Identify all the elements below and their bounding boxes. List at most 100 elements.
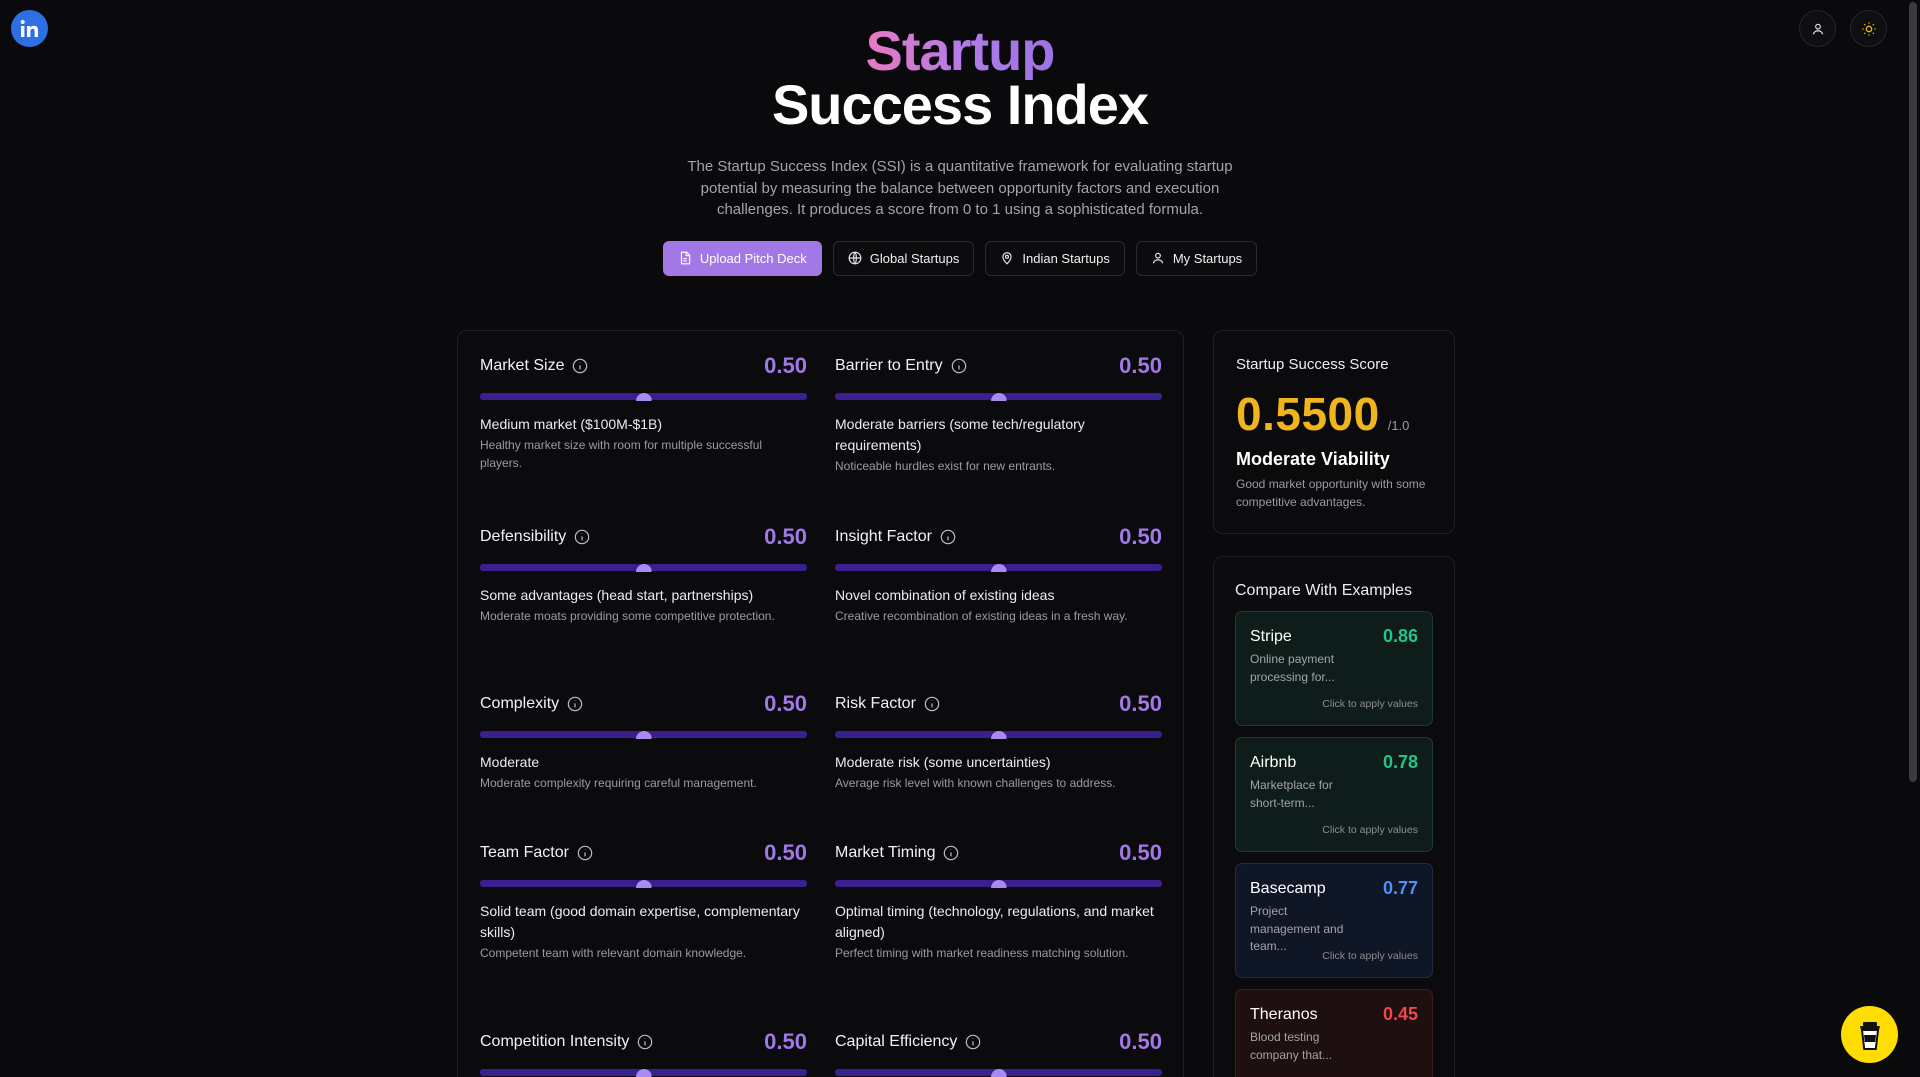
my-startups-label: My Startups: [1172, 250, 1243, 266]
info-icon[interactable]: [965, 1034, 981, 1050]
factor-value: 0.50: [764, 691, 807, 716]
example-card-airbnb[interactable]: Airbnb 0.78 Marketplace for short-term...…: [1235, 737, 1433, 852]
factor-name: Market Timing: [835, 844, 936, 861]
slider-thumb[interactable]: [635, 880, 652, 888]
factor-level-description: Competent team with relevant domain know…: [480, 946, 747, 960]
factor-value: 0.50: [764, 840, 807, 865]
success-score-card: Startup Success Score 0.5500 /1.0 Modera…: [1213, 330, 1455, 534]
viability-description: Good market opportunity with some compet…: [1236, 477, 1426, 509]
info-icon[interactable]: [940, 529, 956, 545]
example-score: 0.45: [1382, 1004, 1418, 1024]
factor-risk-factor: Risk Factor 0.50 Moderate risk (some unce…: [835, 690, 1162, 793]
viability-verdict: Moderate Viability: [1236, 449, 1390, 469]
factor-barrier-to-entry: Barrier to Entry 0.50 Moderate barriers (…: [835, 352, 1162, 476]
example-description: Project management and team...: [1250, 904, 1344, 953]
factor-value: 0.50: [1119, 840, 1162, 865]
factor-name: Risk Factor: [835, 695, 916, 712]
example-name: Airbnb: [1250, 753, 1297, 771]
compare-examples-card: Compare With Examples Stripe 0.86 Online …: [1213, 556, 1455, 1077]
factor-market-size: Market Size 0.50 Medium market ($100M-$1B…: [480, 352, 807, 472]
factor-slider[interactable]: [480, 563, 807, 572]
upload-pitch-deck-button[interactable]: Upload Pitch Deck: [662, 240, 822, 276]
example-description: Blood testing company that...: [1250, 1030, 1333, 1062]
factor-value: 0.50: [1119, 1029, 1162, 1054]
info-icon[interactable]: [572, 358, 588, 374]
example-card-theranos[interactable]: Theranos 0.45 Blood testing company that.…: [1235, 989, 1433, 1077]
factor-team-factor: Team Factor 0.50 Solid team (good domain …: [480, 839, 807, 963]
slider-thumb[interactable]: [635, 393, 652, 401]
factor-level-description: Moderate complexity requiring careful ma…: [480, 776, 757, 790]
example-score: 0.86: [1382, 626, 1418, 646]
upload-pitch-deck-label: Upload Pitch Deck: [699, 250, 807, 266]
my-startups-button[interactable]: My Startups: [1135, 240, 1258, 276]
factor-slider[interactable]: [835, 392, 1162, 401]
factor-level-label: Optimal timing (technology, regulations,…: [835, 903, 1154, 940]
hero-section: Startup Success Index The Startup Succes…: [0, 22, 1920, 276]
factor-level-description: Perfect timing with market readiness mat…: [835, 946, 1129, 960]
score-title: Startup Success Score: [1236, 356, 1389, 373]
title-startup: Startup: [865, 19, 1056, 82]
factor-level-label: Moderate risk (some uncertainties): [835, 754, 1051, 770]
factor-slider[interactable]: [835, 563, 1162, 572]
global-startups-button[interactable]: Global Startups: [832, 240, 975, 276]
apply-values-hint: Click to apply values: [1322, 950, 1418, 962]
indian-startups-label: Indian Startups: [1022, 250, 1110, 266]
factor-level-label: Novel combination of existing ideas: [835, 587, 1055, 603]
factor-level-label: Medium market ($100M-$1B): [480, 416, 663, 432]
factor-insight-factor: Insight Factor 0.50 Novel combination of …: [835, 523, 1162, 626]
factor-slider[interactable]: [480, 879, 807, 888]
factor-value: 0.50: [1119, 353, 1162, 378]
factor-level-description: Moderate moats providing some competitiv…: [480, 609, 775, 623]
example-description: Marketplace for short-term...: [1250, 778, 1333, 810]
factor-name: Defensibility: [480, 528, 567, 545]
factor-value: 0.50: [764, 524, 807, 549]
action-buttons: Upload Pitch Deck Global Startups Indian…: [0, 240, 1920, 276]
factor-slider[interactable]: [835, 730, 1162, 739]
factor-competition-intensity: Competition Intensity 0.50: [480, 1028, 807, 1077]
example-score: 0.78: [1382, 752, 1418, 772]
slider-thumb[interactable]: [635, 564, 652, 572]
factor-slider[interactable]: [835, 1068, 1162, 1077]
hero-description: The Startup Success Index (SSI) is a qua…: [687, 158, 1233, 218]
slider-thumb[interactable]: [990, 564, 1007, 572]
factor-slider[interactable]: [480, 392, 807, 401]
factor-name: Insight Factor: [835, 528, 932, 545]
info-icon[interactable]: [924, 696, 940, 712]
slider-thumb[interactable]: [990, 880, 1007, 888]
factor-name: Barrier to Entry: [835, 357, 943, 374]
info-icon[interactable]: [574, 529, 590, 545]
factor-name: Capital Efficiency: [835, 1033, 958, 1050]
indian-startups-button[interactable]: Indian Startups: [985, 240, 1125, 276]
global-startups-label: Global Startups: [869, 250, 960, 266]
info-icon[interactable]: [943, 845, 959, 861]
factor-level-label: Moderate: [480, 754, 540, 770]
slider-thumb[interactable]: [990, 393, 1007, 401]
example-score: 0.77: [1382, 878, 1418, 898]
apply-values-hint: Click to apply values: [1322, 698, 1418, 710]
factor-slider[interactable]: [480, 730, 807, 739]
compare-title: Compare With Examples: [1235, 582, 1412, 599]
buy-me-a-coffee-button[interactable]: [1841, 1006, 1898, 1063]
factor-capital-efficiency: Capital Efficiency 0.50: [835, 1028, 1162, 1077]
factor-slider[interactable]: [480, 1068, 807, 1077]
factor-level-label: Some advantages (head start, partnership…: [480, 587, 754, 603]
factor-slider[interactable]: [835, 879, 1162, 888]
example-card-basecamp[interactable]: Basecamp 0.77 Project management and team…: [1235, 863, 1433, 978]
apply-values-hint: Click to apply values: [1322, 824, 1418, 836]
example-card-stripe[interactable]: Stripe 0.86 Online payment processing for…: [1235, 611, 1433, 726]
info-icon[interactable]: [567, 696, 583, 712]
slider-thumb[interactable]: [990, 731, 1007, 739]
factor-level-description: Healthy market size with room for multip…: [480, 438, 763, 470]
factor-complexity: Complexity 0.50 Moderate Moderate complex…: [480, 690, 807, 793]
factor-value: 0.50: [764, 1029, 807, 1054]
slider-thumb[interactable]: [635, 731, 652, 739]
info-icon[interactable]: [577, 845, 593, 861]
info-icon[interactable]: [637, 1034, 653, 1050]
factor-level-description: Average risk level with known challenges…: [835, 776, 1116, 790]
factor-level-description: Creative recombination of existing ideas…: [835, 609, 1128, 623]
info-icon[interactable]: [951, 358, 967, 374]
map-pin-icon: [1002, 252, 1013, 265]
factor-name: Complexity: [480, 695, 560, 712]
factor-market-timing: Market Timing 0.50 Optimal timing (techno…: [835, 839, 1162, 963]
example-name: Stripe: [1250, 627, 1292, 645]
